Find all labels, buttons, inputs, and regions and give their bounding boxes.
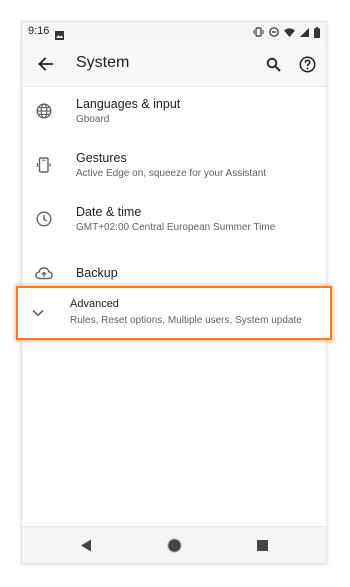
help-icon[interactable] [296,53,318,75]
cloud-upload-icon [34,263,54,283]
search-icon[interactable] [262,53,284,75]
settings-list: Languages & input Gboard Gestures Active… [22,87,326,303]
battery-icon [314,26,320,38]
advanced-subtitle: Rules, Reset options, Multiple users, Sy… [70,315,302,326]
back-arrow-icon[interactable] [34,53,56,75]
setting-advanced-highlighted[interactable]: Advanced Rules, Reset options, Multiple … [16,286,332,340]
gestures-phone-icon [34,155,54,175]
navigation-bar [22,526,326,563]
nav-recents-icon[interactable] [254,537,270,553]
page-title: System [76,54,130,71]
chevron-down-icon[interactable] [30,305,46,321]
status-icons [253,26,320,38]
setting-subtitle: Active Edge on, squeeze for your Assista… [76,168,267,179]
setting-subtitle: GMT+02:00 Central European Summer Time [76,222,276,233]
setting-title: Date & time [76,205,142,219]
setting-gestures[interactable]: Gestures Active Edge on, squeeze for you… [22,141,326,195]
setting-date-time[interactable]: Date & time GMT+02:00 Central European S… [22,195,326,249]
app-bar: System [22,42,326,87]
setting-subtitle: Gboard [76,114,110,125]
advanced-title: Advanced [70,298,119,310]
nav-home-icon[interactable] [166,537,182,553]
setting-title: Languages & input [76,97,181,111]
nav-back-icon[interactable] [78,537,94,553]
wifi-icon [284,27,295,37]
globe-icon [34,101,54,121]
dnd-icon [269,27,279,37]
clock-icon [34,209,54,229]
status-time: 9:16 [28,25,50,37]
signal-icon [300,27,309,37]
setting-languages-input[interactable]: Languages & input Gboard [22,87,326,141]
setting-title: Gestures [76,151,127,165]
setting-title: Backup [76,266,118,280]
vibrate-icon [253,27,264,37]
status-bar: 9:16 [22,22,326,42]
